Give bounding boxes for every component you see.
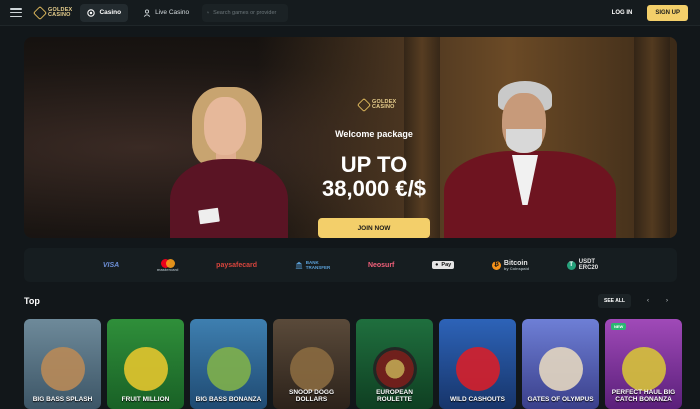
- game-art: [40, 347, 85, 391]
- search-box[interactable]: [202, 3, 289, 22]
- tab-live-casino[interactable]: Live Casino: [136, 4, 196, 22]
- bitcoin-icon: ₿: [491, 260, 501, 270]
- mastercard-orange-circle-icon: [165, 258, 175, 268]
- usdt-line2: ERC20: [578, 265, 599, 271]
- bitcoin-sublabel: by Coinspaid: [503, 265, 530, 271]
- logo-text-bottom: CASINO: [48, 11, 71, 18]
- game-art: [206, 347, 251, 391]
- tether-icon: T: [566, 260, 576, 270]
- game-tile-gates-of-olympus[interactable]: GATES OF OLYMPUS: [522, 319, 599, 409]
- casino-chip-icon: [87, 8, 96, 17]
- game-title: EUROPEAN ROULETTE: [376, 389, 413, 403]
- game-art: [372, 347, 417, 391]
- login-button[interactable]: LOG IN: [603, 4, 642, 22]
- join-now-button[interactable]: JOIN NOW: [318, 218, 430, 238]
- tab-casino[interactable]: Casino: [80, 3, 129, 22]
- game-art: [621, 347, 666, 391]
- game-title: SNOOP DOGG DOLLARS: [288, 389, 335, 403]
- bank-transfer-logo: BANK TRANSFER: [295, 260, 331, 270]
- mastercard-logo: mastercard: [156, 258, 179, 272]
- game-tile-european-roulette[interactable]: EUROPEAN ROULETTE: [356, 319, 433, 409]
- hero-logo-mark-icon: [356, 97, 372, 113]
- search-input[interactable]: [213, 9, 284, 16]
- game-tile-big-bass-splash[interactable]: BIG BASS SPLASH: [24, 319, 101, 409]
- chevron-right-icon[interactable]: ›: [660, 294, 674, 308]
- hero-welcome-text: Welcome package: [335, 129, 413, 139]
- mastercard-label: mastercard: [156, 266, 179, 272]
- hero-headline-line1: UP TO: [340, 152, 408, 177]
- hero-headline: UP TO 38,000 €/$: [264, 153, 484, 201]
- games-row: BIG BASS SPLASH FRUIT MILLION BIG BASS B…: [24, 319, 682, 409]
- hero-logo-bottom: CASINO: [372, 104, 395, 110]
- usdt-logo: T USDT ERC20: [566, 259, 599, 271]
- hero-banner[interactable]: GOLDEX CASINO Welcome package UP TO 38,0…: [24, 37, 677, 238]
- dealer-icon: [143, 9, 151, 17]
- logo[interactable]: GOLDEX CASINO: [32, 5, 72, 20]
- woman-image-face: [204, 97, 246, 155]
- top-bar: GOLDEX CASINO Casino Live Casino LOG IN …: [0, 0, 700, 26]
- logo-mark-icon: [32, 5, 48, 20]
- game-art: [455, 347, 500, 391]
- game-title: PERFECT HAUL BIG CATCH BONANZA: [611, 389, 676, 403]
- game-art: [289, 347, 334, 391]
- playing-cards-image: [198, 207, 220, 225]
- neosurf-logo: Neosurf: [367, 261, 395, 269]
- bank-transfer-line2: TRANSFER: [305, 265, 331, 270]
- tab-casino-label: Casino: [99, 9, 122, 16]
- game-tile-fruit-million[interactable]: FRUIT MILLION: [107, 319, 184, 409]
- game-art: [123, 347, 168, 391]
- menu-icon[interactable]: [10, 8, 22, 17]
- see-all-button[interactable]: SEE ALL: [598, 294, 631, 308]
- bitcoin-logo: ₿ Bitcoin by Coinspaid: [491, 260, 530, 271]
- apple-icon: ●: [435, 262, 439, 268]
- game-tile-snoop-dogg-dollars[interactable]: SNOOP DOGG DOLLARS: [273, 319, 350, 409]
- paysafecard-logo: paysafecard: [216, 261, 258, 269]
- hero-logo: GOLDEX CASINO: [356, 97, 396, 113]
- game-tile-wild-cashouts[interactable]: WILD CASHOUTS: [439, 319, 516, 409]
- hero-headline-line2: 38,000 €/$: [322, 176, 426, 201]
- apple-pay-logo: ● Pay: [432, 261, 455, 269]
- bank-icon: [295, 261, 302, 269]
- game-tile-big-bass-bonanza[interactable]: BIG BASS BONANZA: [190, 319, 267, 409]
- game-tile-perfect-haul-big-catch-bonanza[interactable]: NEW PERFECT HAUL BIG CATCH BONANZA: [605, 319, 682, 409]
- logo-text: GOLDEX CASINO: [48, 7, 72, 18]
- section-title-top: Top: [24, 296, 40, 306]
- chevron-left-icon[interactable]: ‹: [641, 294, 655, 308]
- tab-live-casino-label: Live Casino: [155, 9, 190, 16]
- visa-logo: VISA: [102, 261, 120, 269]
- curtain-decoration: [634, 37, 670, 238]
- new-badge: NEW: [611, 323, 627, 330]
- search-icon: [207, 11, 209, 14]
- apple-pay-label: Pay: [441, 262, 452, 268]
- hero-logo-text: GOLDEX CASINO: [372, 99, 396, 110]
- man-image-beard: [506, 129, 542, 153]
- game-art: [538, 347, 583, 391]
- payment-methods-bar: VISA mastercard paysafecard BANK TRANSFER…: [24, 248, 677, 282]
- signup-button[interactable]: SIGN UP: [647, 4, 688, 21]
